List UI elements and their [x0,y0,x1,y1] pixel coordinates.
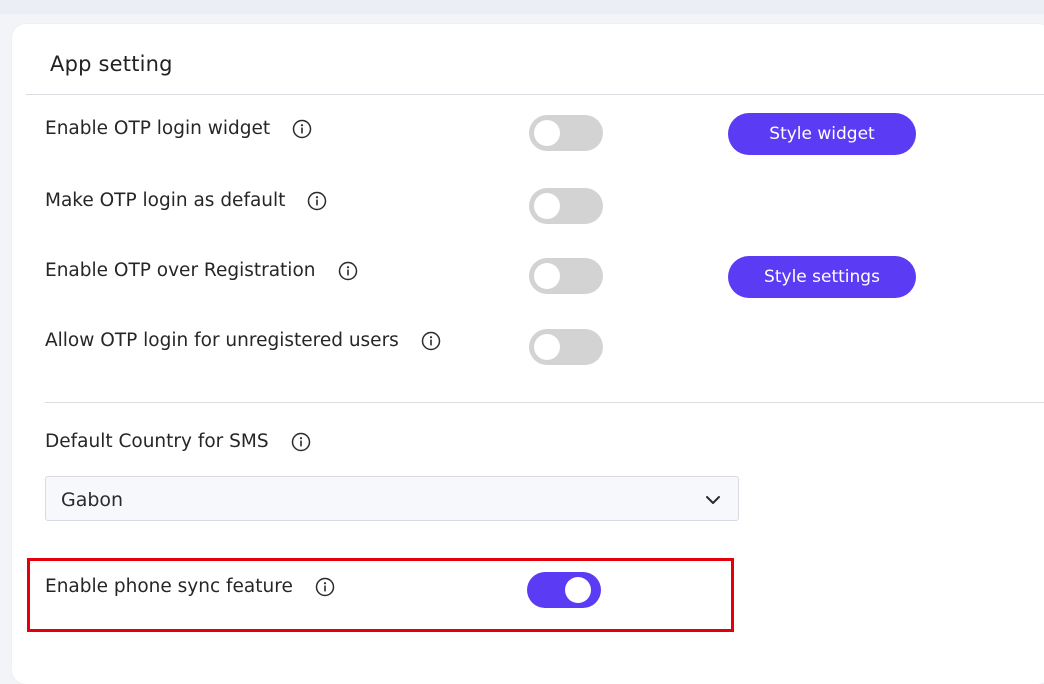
setting-label-text: Enable OTP over Registration [45,260,316,281]
toggle-knob [534,334,560,360]
phone-sync-toggle[interactable] [527,572,601,608]
style-widget-button[interactable]: Style widget [728,113,916,155]
setting-otp-login-widget-label: Enable OTP login widget [45,118,312,139]
info-icon[interactable] [421,331,441,351]
otp-unregistered-toggle[interactable] [529,329,603,365]
setting-phone-sync-label: Enable phone sync feature [45,576,335,597]
setting-label-text: Enable OTP login widget [45,118,271,139]
info-icon[interactable] [307,191,327,211]
page-title: App setting [50,52,173,76]
toggle-knob [534,263,560,289]
toggle-knob [534,193,560,219]
toggle-knob [565,577,591,603]
setting-otp-default-label: Make OTP login as default [45,190,327,211]
setting-label-text: Make OTP login as default [45,190,286,211]
sms-country-label: Default Country for SMS [45,431,311,452]
info-icon[interactable] [291,432,311,452]
sms-country-select[interactable]: Gabon [45,476,739,521]
section-divider [45,402,1044,403]
otp-default-toggle[interactable] [529,188,603,224]
setting-label-text: Enable phone sync feature [45,576,293,597]
info-icon[interactable] [315,577,335,597]
title-divider [26,94,1044,95]
sms-country-selected-value: Gabon [61,489,124,511]
style-settings-button[interactable]: Style settings [728,256,916,298]
info-icon[interactable] [292,119,312,139]
setting-label-text: Allow OTP login for unregistered users [45,330,399,351]
chevron-down-icon [704,491,722,509]
otp-registration-toggle[interactable] [529,258,603,294]
setting-otp-unregistered-label: Allow OTP login for unregistered users [45,330,441,351]
setting-otp-registration-label: Enable OTP over Registration [45,260,358,281]
info-icon[interactable] [338,261,358,281]
otp-login-widget-toggle[interactable] [529,115,603,151]
top-strip [0,0,1044,14]
sms-country-label-text: Default Country for SMS [45,431,269,452]
toggle-knob [534,120,560,146]
